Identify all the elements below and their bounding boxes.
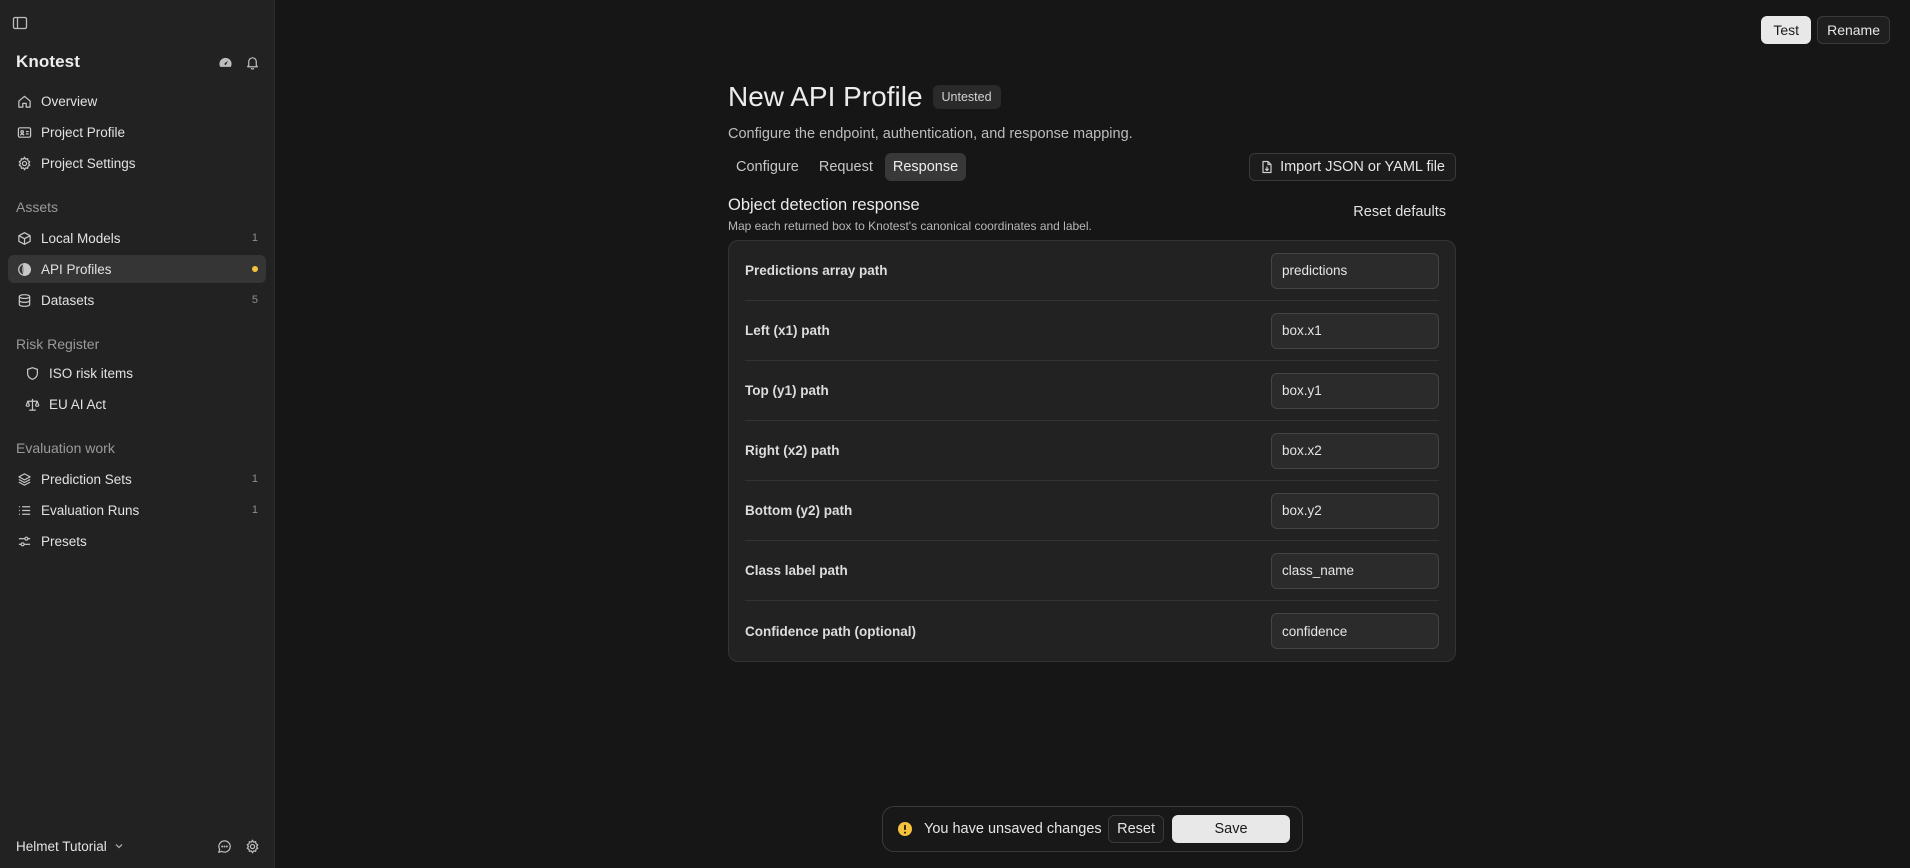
sidebar-item-label: Datasets [41, 292, 95, 308]
field-label: Top (y1) path [745, 383, 829, 398]
file-import-icon [1260, 160, 1274, 174]
bell-icon[interactable] [245, 55, 260, 70]
layers-icon [17, 472, 32, 487]
sidebar-item-label: Prediction Sets [41, 471, 132, 487]
field-row-class-label: Class label path [745, 541, 1439, 601]
field-label: Bottom (y2) path [745, 503, 853, 518]
predictions-array-path-input[interactable] [1271, 252, 1439, 289]
settings-cog-icon [17, 155, 32, 171]
top-actions: Test Rename [1761, 16, 1890, 44]
field-row-top-y1: Top (y1) path [745, 361, 1439, 421]
workspace-name: Helmet Tutorial [16, 838, 107, 854]
field-label: Predictions array path [745, 263, 888, 278]
item-count: 5 [251, 294, 258, 306]
brand-name: Knotest [16, 52, 80, 71]
sidebar-item-label: Overview [41, 93, 98, 109]
tabs-row: Configure Request Response Import JSON o… [728, 153, 1456, 181]
import-file-button[interactable]: Import JSON or YAML file [1249, 153, 1456, 181]
sidebar-item-iso-risk-items[interactable]: ISO risk items [8, 359, 266, 387]
sidebar: Knotest Overview Project Profile Project… [0, 0, 275, 868]
main-content: New API Profile Untested Configure the e… [728, 80, 1456, 662]
confidence-path-input[interactable] [1271, 613, 1439, 649]
sidebar-item-eu-ai-act[interactable]: EU AI Act [8, 390, 266, 418]
reset-defaults-button[interactable]: Reset defaults [1353, 204, 1446, 220]
unsaved-message: You have unsaved changes [924, 821, 1102, 837]
section-description: Map each returned box to Knotest's canon… [728, 219, 1092, 233]
api-globe-icon [17, 262, 32, 277]
sidebar-toggle-icon[interactable] [12, 15, 28, 31]
home-icon [17, 94, 32, 109]
sidebar-item-label: ISO risk items [49, 365, 134, 381]
warning-icon [897, 821, 913, 837]
page-subtitle: Configure the endpoint, authentication, … [728, 126, 1133, 142]
cube-icon [17, 231, 32, 246]
sidebar-item-project-settings[interactable]: Project Settings [8, 149, 266, 177]
sidebar-item-presets[interactable]: Presets [8, 527, 266, 555]
field-label: Left (x1) path [745, 323, 830, 338]
item-count: 1 [251, 473, 258, 485]
sidebar-item-label: Project Profile [41, 124, 126, 140]
test-button[interactable]: Test [1761, 16, 1812, 44]
sidebar-item-prediction-sets[interactable]: Prediction Sets 1 [8, 465, 266, 493]
list-icon [17, 503, 32, 518]
sidebar-item-label: Presets [41, 533, 87, 549]
sidebar-item-datasets[interactable]: Datasets 5 [8, 286, 266, 314]
chat-bubble-icon[interactable] [217, 839, 232, 854]
import-file-label: Import JSON or YAML file [1280, 159, 1445, 175]
save-button[interactable]: Save [1172, 815, 1290, 843]
field-row-right-x2: Right (x2) path [745, 421, 1439, 481]
sidebar-item-local-models[interactable]: Local Models 1 [8, 224, 266, 252]
class-label-path-input[interactable] [1271, 552, 1439, 589]
id-card-icon [17, 125, 32, 140]
tab-response[interactable]: Response [884, 153, 967, 181]
sidebar-item-label: Local Models [41, 230, 121, 246]
section-label-assets: Assets [16, 199, 59, 215]
top-y1-path-input[interactable] [1271, 372, 1439, 409]
field-label: Class label path [745, 563, 848, 578]
section-label-risk-register: Risk Register [16, 336, 100, 352]
page-title: New API Profile [728, 81, 923, 112]
field-row-left-x1: Left (x1) path [745, 301, 1439, 361]
left-x1-path-input[interactable] [1271, 312, 1439, 349]
field-row-confidence: Confidence path (optional) [745, 601, 1439, 661]
rename-button[interactable]: Rename [1817, 16, 1890, 44]
tab-configure[interactable]: Configure [728, 153, 807, 181]
sidebar-item-api-profiles[interactable]: API Profiles [8, 255, 266, 283]
workspace-switcher[interactable]: Helmet Tutorial [16, 839, 125, 854]
right-x2-path-input[interactable] [1271, 432, 1439, 469]
sidebar-item-label: Evaluation Runs [41, 502, 140, 518]
shield-icon [25, 366, 40, 381]
field-mapping-panel: Predictions array path Left (x1) path To… [728, 240, 1456, 662]
sliders-icon [17, 534, 32, 549]
section-header: Object detection response Map each retur… [728, 196, 1456, 233]
sidebar-item-evaluation-runs[interactable]: Evaluation Runs 1 [8, 496, 266, 524]
chevron-down-icon [113, 840, 125, 852]
sidebar-item-overview[interactable]: Overview [8, 87, 266, 115]
section-label-evaluation-work: Evaluation work [16, 440, 115, 456]
field-row-predictions-array: Predictions array path [745, 241, 1439, 301]
section-title: Object detection response [728, 196, 920, 214]
sidebar-item-label: EU AI Act [49, 396, 107, 412]
sidebar-footer: Helmet Tutorial [16, 836, 264, 856]
database-icon [17, 293, 32, 308]
sidebar-item-label: Project Settings [41, 155, 136, 171]
field-label: Confidence path (optional) [745, 623, 916, 639]
item-count: 1 [251, 232, 258, 244]
sidebar-item-label: API Profiles [41, 261, 112, 277]
title-row: New API Profile Untested [728, 80, 1456, 114]
tab-request[interactable]: Request [811, 153, 881, 181]
status-badge: Untested [932, 85, 1001, 109]
scales-icon [25, 397, 40, 412]
brand-row: Knotest [16, 52, 264, 72]
item-count: 1 [251, 504, 258, 516]
field-row-bottom-y2: Bottom (y2) path [745, 481, 1439, 541]
sidebar-item-project-profile[interactable]: Project Profile [8, 118, 266, 146]
reset-button[interactable]: Reset [1108, 815, 1164, 843]
field-label: Right (x2) path [745, 443, 840, 458]
unsaved-indicator-dot [252, 266, 258, 272]
gear-icon[interactable] [245, 838, 260, 854]
bottom-y2-path-input[interactable] [1271, 492, 1439, 529]
dashboard-gauge-icon[interactable] [218, 55, 233, 70]
unsaved-changes-bar: You have unsaved changes Reset Save [882, 806, 1303, 852]
